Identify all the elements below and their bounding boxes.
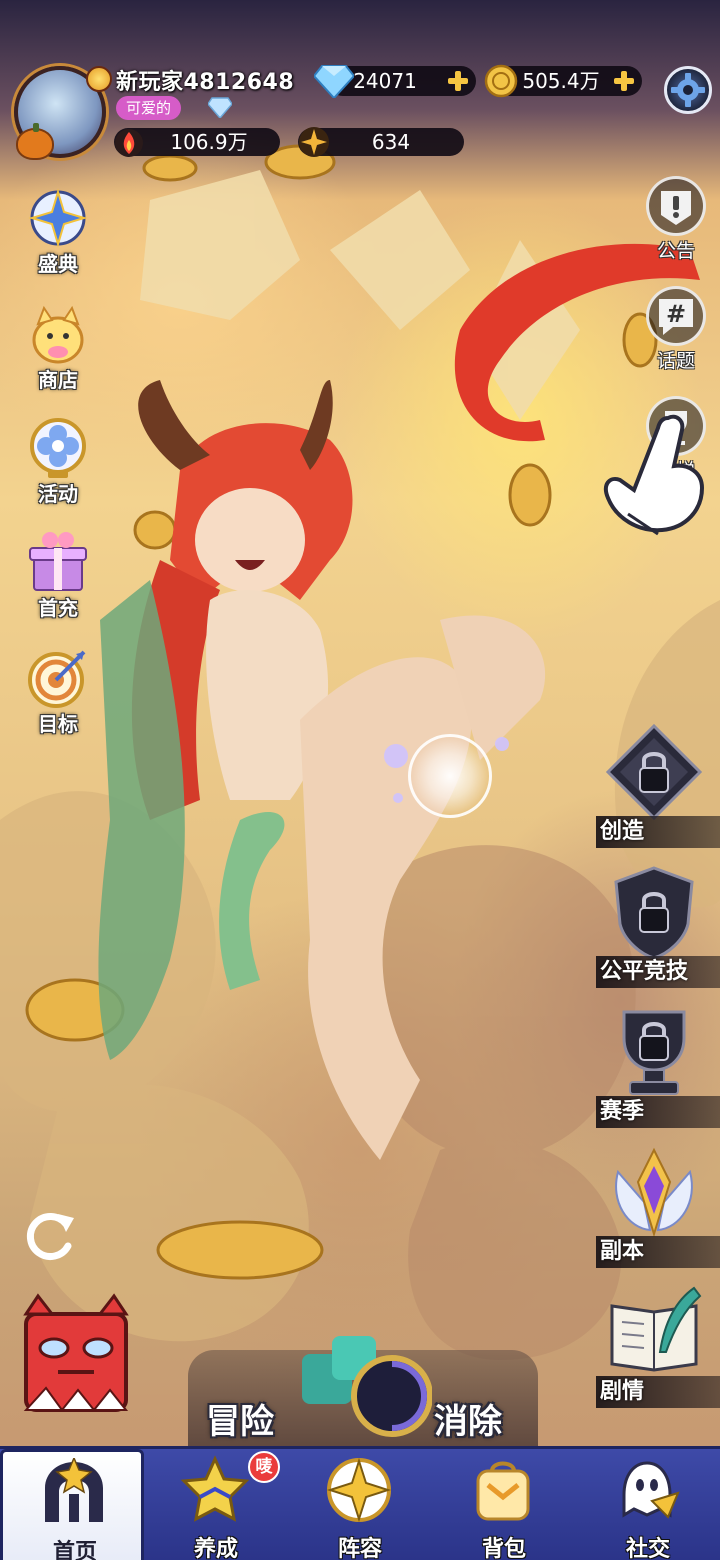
mode-label: 剧情 [600, 1379, 645, 1404]
backpack-icon [476, 1461, 530, 1521]
notice-icon [646, 176, 706, 236]
left-menu-goals[interactable]: 目标 [20, 646, 96, 746]
player-name[interactable]: 新玩家4812648 [116, 64, 294, 96]
target-icon [28, 650, 86, 708]
diamond-icon [314, 65, 354, 98]
tutorial-pointer-hand-icon [603, 414, 705, 536]
gold-coin-icon [484, 64, 518, 98]
nav-label: 社交 [625, 1537, 670, 1560]
locked-diamond-icon [605, 723, 703, 821]
add-diamond-icon[interactable] [446, 69, 470, 93]
home-gate-icon [45, 1458, 103, 1522]
settings-gear-icon[interactable] [664, 66, 712, 114]
match-mode-button[interactable]: 消除 [434, 1394, 502, 1443]
mode-label: 公平竞技 [600, 959, 689, 984]
nav-label: 首页 [52, 1540, 97, 1560]
flower-badge-icon [30, 418, 86, 478]
star-hat-icon [180, 1455, 250, 1522]
refresh-icon[interactable] [22, 1206, 78, 1264]
mode-dungeon[interactable]: 副本 [596, 1142, 720, 1268]
left-menu-label: 首充 [38, 596, 78, 620]
mode-emblem-icon [302, 1336, 432, 1437]
nav-tab-home[interactable]: 首页 [0, 1449, 144, 1560]
main-mode-switch: 冒险 消除 [188, 1336, 538, 1450]
svg-text:#: # [666, 300, 686, 328]
right-menu-notice[interactable]: 公告 [640, 176, 710, 276]
ghost-chat-icon [622, 1461, 680, 1519]
flame-icon [115, 129, 143, 157]
player-title-badge[interactable]: 可爱的 [116, 96, 182, 120]
mode-story[interactable]: 剧情 [596, 1282, 720, 1408]
left-menu-first-recharge[interactable]: 首充 [20, 530, 96, 630]
mode-label: 创造 [600, 819, 645, 844]
power-value: 106.9万 [170, 130, 248, 154]
star-compass-icon [28, 188, 88, 248]
mode-create[interactable]: 创造 [596, 722, 720, 848]
right-menu-label: 公告 [656, 240, 695, 262]
left-menu-label: 活动 [38, 482, 78, 506]
avatar-bow-decoration [86, 66, 112, 92]
star-value: 634 [371, 130, 411, 154]
nav-tab-develop[interactable]: 唛 养成 [144, 1449, 288, 1560]
notification-badge: 唛 [248, 1451, 280, 1483]
left-menu-events[interactable]: 活动 [20, 416, 96, 516]
locked-trophy-icon [622, 1010, 686, 1095]
mode-label: 赛季 [600, 1099, 645, 1124]
player-avatar[interactable] [14, 66, 112, 160]
red-box-monster-pet[interactable] [18, 1292, 136, 1432]
formation-star-icon [326, 1457, 392, 1523]
nav-label: 养成 [193, 1537, 238, 1560]
gold-value: 505.4万 [522, 69, 600, 93]
right-menu-label: 话题 [656, 350, 695, 372]
mode-fair-arena[interactable]: 公平竞技 [596, 862, 720, 988]
locked-shield-icon [614, 866, 694, 960]
lucky-cat-icon [32, 305, 84, 364]
rank-gem-icon [208, 97, 232, 118]
hashtag-icon: # [646, 286, 706, 346]
nav-tab-backpack[interactable]: 背包 [432, 1449, 576, 1560]
book-quill-icon [610, 1286, 702, 1372]
nav-tab-social[interactable]: 社交 [576, 1449, 720, 1560]
add-gold-icon[interactable] [612, 69, 636, 93]
pumpkin-icon [16, 123, 54, 160]
nav-label: 背包 [481, 1537, 526, 1560]
adventure-mode-button[interactable]: 冒险 [206, 1394, 274, 1443]
bottom-navigation: 首页 唛 养成 阵容 背包 社交 [0, 1446, 720, 1560]
winged-crystal-icon [615, 1147, 693, 1238]
four-point-star-icon [299, 127, 329, 157]
gift-box-icon [29, 532, 87, 591]
mode-label: 副本 [600, 1239, 645, 1264]
nav-label: 阵容 [337, 1537, 382, 1560]
nav-tab-formation[interactable]: 阵容 [288, 1449, 432, 1560]
left-menu-label: 商店 [38, 368, 78, 392]
left-menu-label: 目标 [38, 712, 78, 736]
left-menu-festival[interactable]: 盛典 [20, 186, 96, 286]
mode-season[interactable]: 赛季 [596, 1002, 720, 1128]
left-menu-shop[interactable]: 商店 [20, 302, 96, 402]
left-menu-label: 盛典 [38, 252, 78, 276]
sparkle-orb[interactable] [408, 734, 492, 818]
right-menu-topics[interactable]: # 话题 [640, 286, 710, 386]
